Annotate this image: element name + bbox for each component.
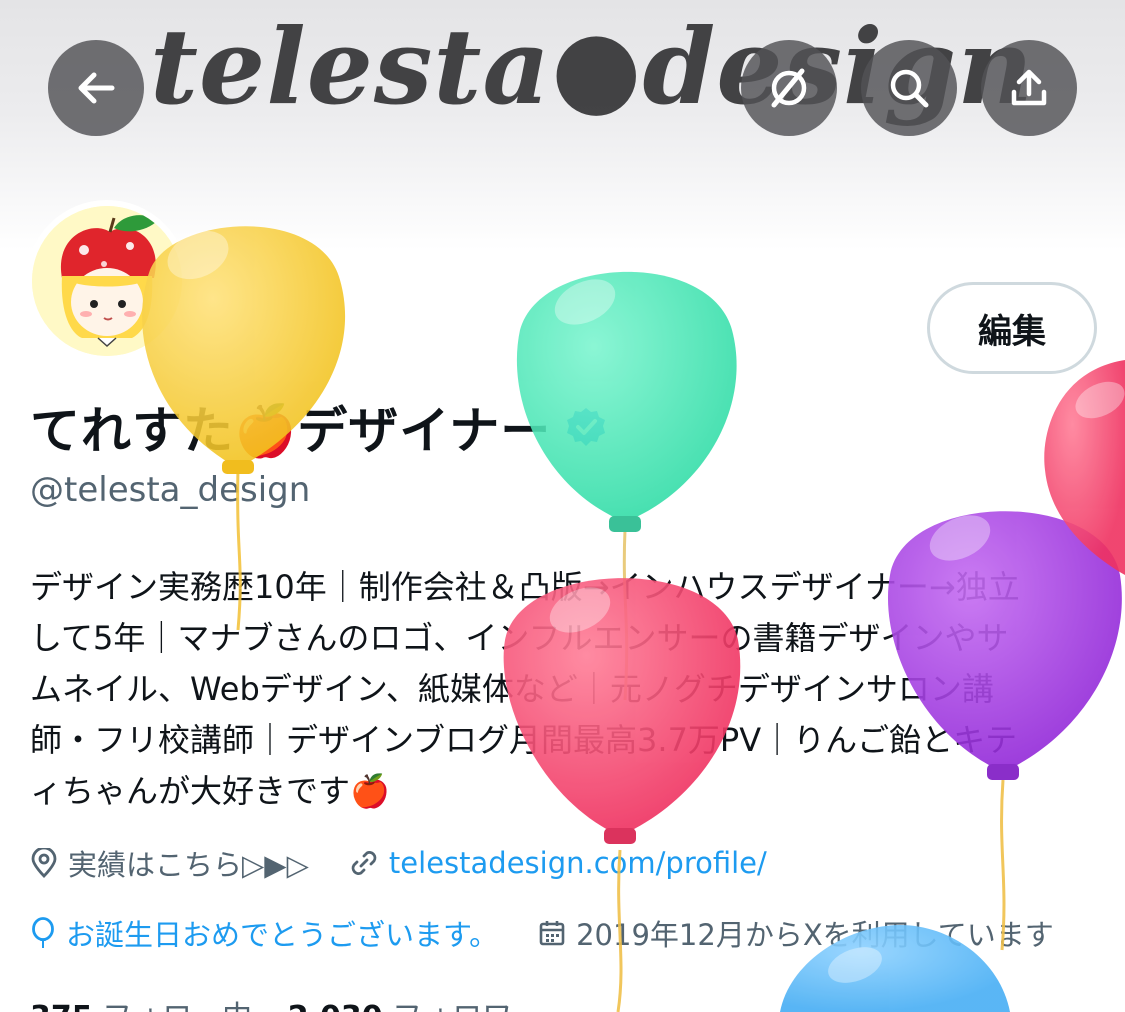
link-icon bbox=[351, 851, 377, 875]
avatar-illustration bbox=[32, 206, 182, 356]
bio-line: ィちゃんが大好きです🍎 bbox=[30, 772, 390, 810]
website-item[interactable]: telestadesign.com/profile/ bbox=[349, 846, 767, 880]
arrow-left-icon bbox=[78, 72, 115, 104]
banner-logo-text: telesta●design bbox=[150, 5, 1034, 128]
grok-icon bbox=[771, 68, 807, 108]
joined-item: 2019年12月からXを利用しています bbox=[538, 912, 1054, 954]
share-upload-icon bbox=[1011, 69, 1047, 106]
profile-bio: デザイン実務歴10年｜制作会社＆凸版→インハウスデザイナー→独立 して5年｜マナ… bbox=[30, 562, 1105, 817]
display-name-row: てれすた🍎デザイナー bbox=[30, 392, 607, 462]
edit-profile-button[interactable]: 編集 bbox=[927, 282, 1097, 374]
search-button[interactable] bbox=[861, 40, 957, 136]
bio-line: 師・フリ校講師｜デザインブログ月間最高3.7万PV｜りんご飴とキテ bbox=[30, 721, 1018, 759]
search-icon bbox=[890, 69, 929, 108]
profile-banner: telesta●design bbox=[0, 0, 1125, 250]
bio-line: デザイン実務歴10年｜制作会社＆凸版→インハウスデザイナー→独立 bbox=[30, 568, 1020, 606]
followers-count[interactable]: 2,030 bbox=[288, 1000, 383, 1012]
location-item: 実績はこちら▷▶▷ bbox=[30, 842, 309, 884]
user-handle: @telesta_design bbox=[30, 470, 311, 510]
back-button[interactable] bbox=[48, 40, 144, 136]
grok-button[interactable] bbox=[741, 40, 837, 136]
display-name: てれすた🍎デザイナー bbox=[30, 402, 552, 460]
follow-counts: 375 フォロー中 2,030 フォロワー bbox=[30, 992, 568, 1012]
calendar-icon bbox=[539, 921, 565, 946]
share-button[interactable] bbox=[981, 40, 1077, 136]
balloon-pink-right bbox=[1044, 360, 1125, 575]
following-count[interactable]: 375 bbox=[30, 1000, 93, 1012]
profile-meta-row: 実績はこちら▷▶▷ telestadesign.com/profile/ bbox=[30, 840, 807, 886]
balloon-icon bbox=[32, 917, 54, 948]
birthday-item[interactable]: お誕生日おめでとうございます。 bbox=[30, 912, 498, 954]
website-link[interactable]: telestadesign.com/profile/ bbox=[389, 846, 767, 880]
profile-meta-row: お誕生日おめでとうございます。 2019年12月からXを利用しています bbox=[30, 910, 1094, 956]
profile-avatar[interactable] bbox=[26, 200, 188, 362]
birthday-text[interactable]: お誕生日おめでとうございます。 bbox=[66, 912, 498, 954]
followers-label[interactable]: フォロワー bbox=[392, 1000, 542, 1012]
joined-text: 2019年12月からXを利用しています bbox=[576, 918, 1054, 952]
bio-line: して5年｜マナブさんのロゴ、インフルエンサーの書籍デザインやサ bbox=[30, 619, 1009, 657]
location-text: 実績はこちら▷▶▷ bbox=[68, 848, 309, 882]
bio-line: ムネイル、Webデザイン、紙媒体など｜元ノグチデザインサロン講 bbox=[30, 670, 994, 708]
following-label[interactable]: フォロー中 bbox=[102, 1000, 252, 1012]
location-pin-icon bbox=[31, 848, 57, 878]
verified-badge-icon bbox=[567, 408, 606, 446]
